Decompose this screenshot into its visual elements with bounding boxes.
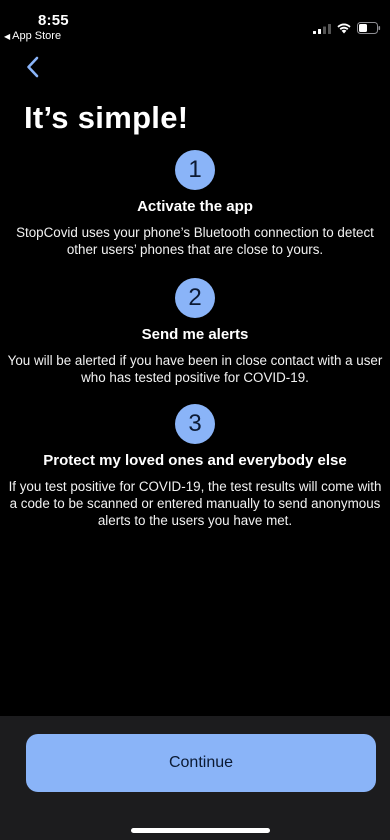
status-time: 8:55 (38, 12, 69, 29)
step-description: StopCovid uses your phone’s Bluetooth co… (16, 225, 374, 257)
back-chevron-icon[interactable] (24, 55, 44, 79)
step-number-badge: 2 (175, 278, 215, 318)
back-to-app-store[interactable]: ◀ App Store (4, 30, 61, 42)
battery-icon (357, 22, 381, 34)
page-title: It’s simple! (24, 100, 189, 135)
step-title: Activate the app (137, 198, 253, 215)
footer-bar: Continue (0, 716, 390, 840)
step-description: If you test positive for COVID-19, the t… (8, 479, 382, 528)
step-1: 1 Activate the app StopCovid uses your p… (0, 150, 390, 258)
home-indicator[interactable] (131, 828, 270, 833)
screen: 8:55 ◀ App Store It’s simple! 1 Activate … (0, 0, 390, 840)
wifi-icon (337, 23, 351, 34)
status-bar: 8:55 ◀ App Store (0, 0, 390, 48)
step-description: You will be alerted if you have been in … (7, 353, 383, 385)
step-3: 3 Protect my loved ones and everybody el… (0, 404, 390, 529)
back-app-label: App Store (12, 30, 62, 42)
back-triangle-icon: ◀ (4, 32, 11, 41)
step-number-badge: 3 (175, 404, 215, 444)
step-title: Send me alerts (141, 326, 249, 343)
step-number-badge: 1 (175, 150, 215, 190)
cellular-signal-icon (313, 24, 331, 34)
step-title: Protect my loved ones and everybody else (43, 452, 347, 469)
continue-button[interactable]: Continue (26, 734, 376, 792)
step-2: 2 Send me alerts You will be alerted if … (0, 278, 390, 386)
